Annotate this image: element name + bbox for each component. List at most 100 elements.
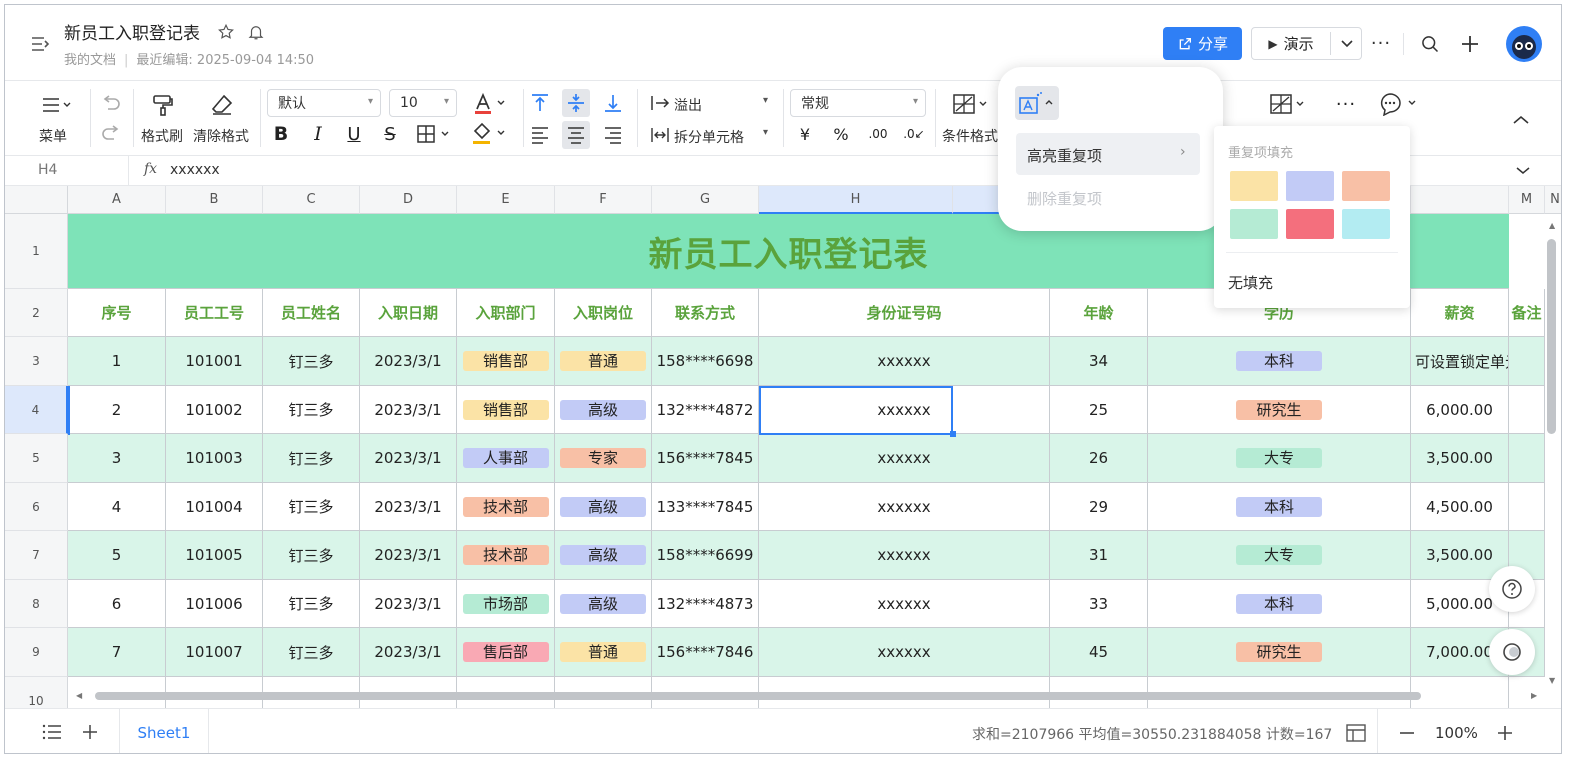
avatar[interactable]: [1506, 26, 1542, 62]
table-cell[interactable]: 156****7846: [652, 628, 759, 677]
table-cell[interactable]: 25: [1050, 386, 1148, 434]
table-cell[interactable]: 29: [1050, 483, 1148, 531]
search-icon[interactable]: [1417, 31, 1443, 57]
table-cell[interactable]: 2023/3/1: [360, 628, 457, 677]
column-header[interactable]: D: [360, 186, 457, 214]
duplicate-items-icon[interactable]: [1015, 86, 1059, 120]
more-icon[interactable]: ···: [1367, 29, 1395, 57]
menu-icon[interactable]: [37, 94, 77, 116]
present-button[interactable]: ▶ 演示: [1251, 27, 1362, 60]
document-location[interactable]: 我的文档 | 最近编辑: 2025-09-04 14:50: [64, 49, 314, 68]
table-cell[interactable]: 技术部: [457, 483, 555, 531]
redo-icon[interactable]: [98, 121, 124, 147]
table-cell[interactable]: 1: [68, 337, 166, 386]
bell-icon[interactable]: [245, 21, 267, 43]
font-color-icon[interactable]: [469, 90, 511, 118]
table-cell[interactable]: 技术部: [457, 531, 555, 580]
zoom-out-icon[interactable]: [1396, 722, 1418, 744]
table-cell[interactable]: 101003: [166, 434, 263, 483]
fill-color-swatch[interactable]: [1342, 171, 1390, 201]
table-cell[interactable]: 45: [1050, 628, 1148, 677]
highlight-duplicates-item[interactable]: 高亮重复项 ›: [1016, 133, 1200, 175]
currency-icon[interactable]: ¥: [793, 121, 817, 147]
table-cell[interactable]: xxxxxx: [759, 628, 1050, 677]
ribbon-more-icon[interactable]: ···: [1331, 91, 1361, 117]
fill-color-swatch[interactable]: [1230, 209, 1278, 239]
increase-decimal-icon[interactable]: .00: [865, 121, 891, 147]
table-cell[interactable]: 3: [68, 434, 166, 483]
align-center-icon[interactable]: [562, 121, 590, 149]
table-cell[interactable]: 156****7845: [652, 434, 759, 483]
formula-input[interactable]: xxxxxx: [170, 162, 220, 178]
statistics-icon[interactable]: [1345, 722, 1367, 744]
table-cell[interactable]: 101004: [166, 483, 263, 531]
table-cell[interactable]: 高级: [555, 483, 652, 531]
expand-formula-icon[interactable]: [1513, 162, 1533, 180]
table-cell[interactable]: 普通: [555, 337, 652, 386]
bold-icon[interactable]: B: [269, 121, 293, 147]
table-cell[interactable]: 销售部: [457, 386, 555, 434]
row-header[interactable]: 4: [5, 386, 68, 434]
row-header[interactable]: 7: [5, 531, 68, 580]
table-cell[interactable]: 2023/3/1: [360, 386, 457, 434]
column-header[interactable]: A: [68, 186, 166, 214]
table-cell[interactable]: [1509, 386, 1545, 434]
table-cell[interactable]: 101006: [166, 580, 263, 628]
table-cell[interactable]: 销售部: [457, 337, 555, 386]
table-cell[interactable]: xxxxxx: [759, 337, 1050, 386]
font-family-select[interactable]: 默认 ▾: [267, 89, 381, 117]
italic-icon[interactable]: I: [306, 121, 330, 147]
menu-label[interactable]: 菜单: [39, 126, 67, 146]
table-cell[interactable]: 本科: [1148, 337, 1411, 386]
column-header[interactable]: C: [263, 186, 360, 214]
table-cell[interactable]: 普通: [555, 628, 652, 677]
table-cell[interactable]: 高级: [555, 531, 652, 580]
table-cell[interactable]: 2023/3/1: [360, 434, 457, 483]
column-header[interactable]: N: [1545, 186, 1561, 214]
comment-icon[interactable]: [1378, 91, 1422, 117]
table-cell[interactable]: [1509, 337, 1545, 386]
table-cell[interactable]: 101002: [166, 386, 263, 434]
table-cell[interactable]: 133****7845: [652, 483, 759, 531]
table-cell[interactable]: 钉三多: [263, 628, 360, 677]
document-title[interactable]: 新员工入职登记表: [64, 19, 200, 44]
percent-icon[interactable]: %: [829, 121, 853, 147]
table-cell[interactable]: 研究生: [1148, 628, 1411, 677]
row-header[interactable]: 8: [5, 580, 68, 628]
table-cell[interactable]: 158****6698: [652, 337, 759, 386]
sheet-tab-sheet1[interactable]: Sheet1: [120, 709, 208, 753]
eraser-icon[interactable]: [207, 91, 237, 119]
fill-color-swatch[interactable]: [1286, 171, 1334, 201]
table-cell[interactable]: 大专: [1148, 434, 1411, 483]
align-left-icon[interactable]: [526, 121, 554, 149]
table-cell[interactable]: 101005: [166, 531, 263, 580]
fill-color-icon[interactable]: [468, 121, 512, 147]
table-cell[interactable]: xxxxxx: [759, 386, 1050, 434]
format-painter-label[interactable]: 格式刷: [141, 126, 183, 146]
table-cell[interactable]: 3,500.00: [1411, 434, 1509, 483]
row-header[interactable]: 1: [5, 214, 68, 289]
table-cell[interactable]: 钉三多: [263, 483, 360, 531]
align-middle-icon[interactable]: [562, 89, 590, 117]
table-cell[interactable]: xxxxxx: [759, 531, 1050, 580]
table-cell[interactable]: 4,500.00: [1411, 483, 1509, 531]
table-cell[interactable]: 34: [1050, 337, 1148, 386]
table-cell[interactable]: 市场部: [457, 580, 555, 628]
vertical-scrollbar[interactable]: ▲ ▼: [1545, 217, 1559, 687]
table-cell[interactable]: 高级: [555, 386, 652, 434]
fill-color-swatch[interactable]: [1286, 209, 1334, 239]
table-cell[interactable]: xxxxxx: [759, 483, 1050, 531]
selection-handle[interactable]: [950, 431, 956, 437]
row-header[interactable]: 6: [5, 483, 68, 531]
table-cell[interactable]: [1509, 483, 1545, 531]
table-cell[interactable]: 2: [68, 386, 166, 434]
row-header[interactable]: 9: [5, 628, 68, 677]
table-cell[interactable]: 26: [1050, 434, 1148, 483]
font-size-select[interactable]: 10 ▾: [389, 89, 457, 117]
table-cell[interactable]: 101007: [166, 628, 263, 677]
conditional-format-icon[interactable]: [951, 91, 993, 117]
sheet-list-icon[interactable]: [40, 721, 64, 743]
split-cell-select[interactable]: 拆分单元格 ▾: [650, 123, 775, 149]
select-all-corner[interactable]: [5, 186, 68, 214]
add-icon[interactable]: [1457, 31, 1483, 57]
